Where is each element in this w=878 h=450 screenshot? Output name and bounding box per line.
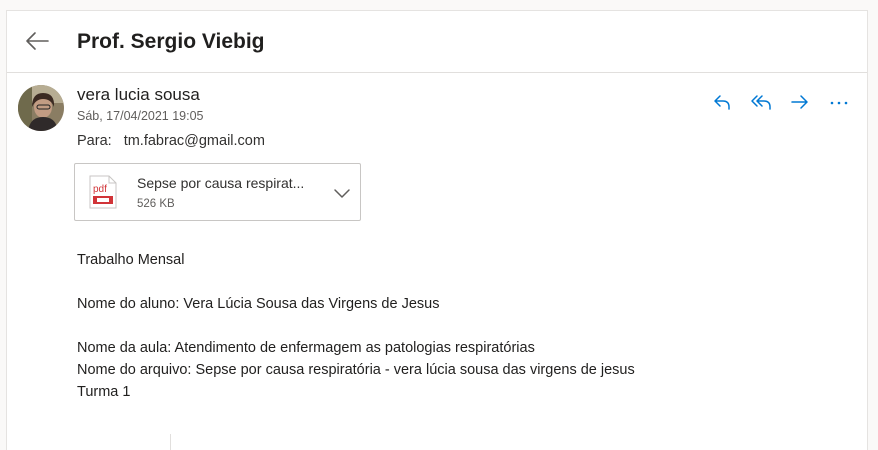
conversation-subject: Prof. Sergio Viebig: [77, 30, 265, 53]
attachment-menu-button[interactable]: [331, 182, 353, 204]
body-line: Turma 1: [77, 384, 131, 400]
svg-text:pdf: pdf: [93, 184, 107, 195]
divider: [170, 434, 171, 450]
forward-button[interactable]: [785, 87, 815, 117]
recipient-line: Para: tm.fabrac@gmail.com: [77, 133, 265, 149]
reading-pane: Prof. Sergio Viebig vera lucia sousa Sáb…: [6, 10, 868, 450]
more-actions-button[interactable]: [824, 87, 854, 117]
reply-button[interactable]: [707, 87, 737, 117]
body-line: Nome do arquivo: Sepse por causa respira…: [77, 362, 635, 378]
forward-icon: [791, 95, 808, 109]
body-line: Trabalho Mensal: [77, 252, 185, 268]
sender-name[interactable]: vera lucia sousa: [77, 85, 200, 105]
arrow-left-icon: [26, 32, 49, 50]
reply-icon: [714, 95, 730, 110]
more-icon: [830, 101, 848, 105]
chevron-down-icon: [334, 189, 350, 198]
body-line: Nome da aula: Atendimento de enfermagem …: [77, 340, 535, 356]
pdf-icon: pdf: [89, 175, 117, 209]
attachment-name[interactable]: Sepse por causa respirat...: [137, 175, 322, 191]
attachment-size: 526 KB: [137, 198, 175, 210]
sent-date: Sáb, 17/04/2021 19:05: [77, 109, 204, 123]
recipient-address[interactable]: tm.fabrac@gmail.com: [124, 133, 265, 149]
message-actions: [707, 87, 857, 117]
to-label: Para:: [77, 133, 112, 149]
conversation-header: Prof. Sergio Viebig: [7, 11, 867, 73]
avatar[interactable]: [18, 85, 64, 131]
attachment-card[interactable]: pdf Sepse por causa respirat... 526 KB: [74, 163, 361, 221]
body-line: Nome do aluno: Vera Lúcia Sousa das Virg…: [77, 296, 440, 312]
reply-all-icon: [751, 95, 771, 110]
reply-all-button[interactable]: [746, 87, 776, 117]
message-body: Trabalho Mensal Nome do aluno: Vera Lúci…: [77, 249, 635, 403]
back-button[interactable]: [21, 25, 53, 57]
